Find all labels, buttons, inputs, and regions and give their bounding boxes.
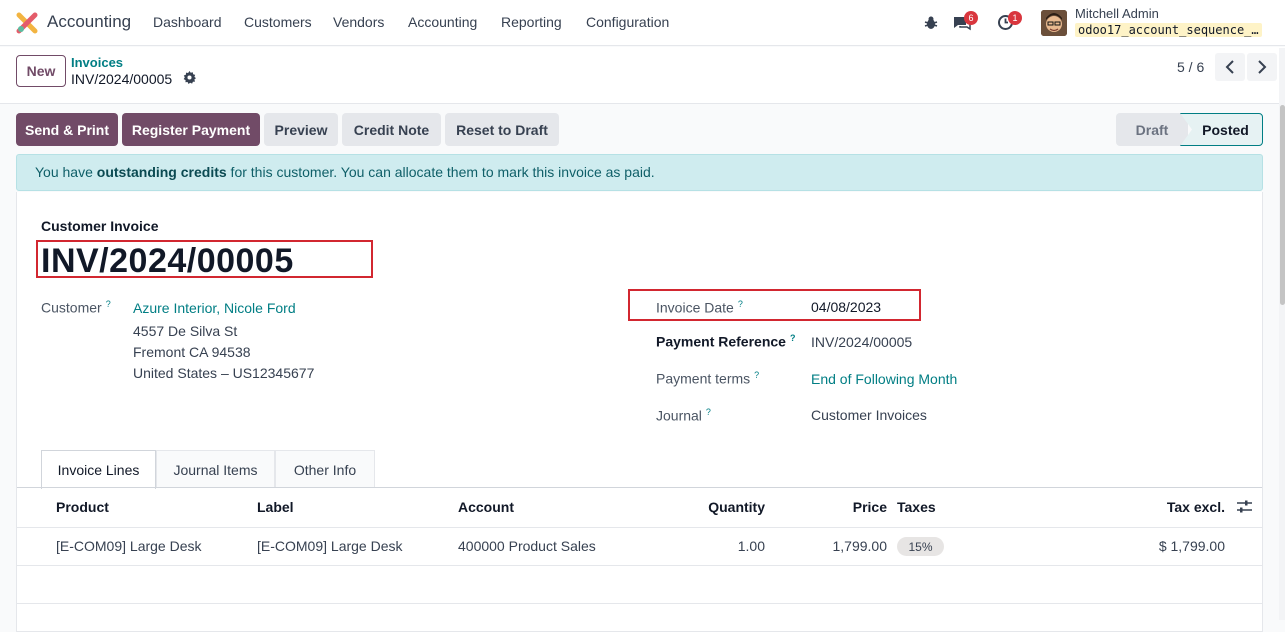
- column-header-product[interactable]: Product: [56, 499, 109, 515]
- tab-invoice-lines[interactable]: Invoice Lines: [41, 450, 156, 489]
- bug-icon[interactable]: [923, 15, 939, 31]
- row-divider: [17, 565, 1262, 566]
- register-payment-button[interactable]: Register Payment: [122, 113, 260, 146]
- invoice-number-highlight: [36, 240, 373, 278]
- row-account[interactable]: 400000 Product Sales: [458, 538, 596, 554]
- row-quantity[interactable]: 1.00: [738, 538, 765, 554]
- column-header-label[interactable]: Label: [257, 499, 294, 515]
- alert-text-suffix: for this customer. You can allocate them…: [226, 164, 655, 180]
- journal-label: Journal?: [656, 407, 711, 424]
- reset-to-draft-button[interactable]: Reset to Draft: [445, 113, 559, 146]
- database-name: odoo17_account_sequence_…: [1075, 23, 1262, 37]
- tab-divider: [17, 487, 1262, 488]
- top-navbar: Accounting Dashboard Customers Vendors A…: [0, 0, 1285, 46]
- chevron-right-icon: [1258, 60, 1267, 74]
- breadcrumb-current: INV/2024/00005: [71, 71, 173, 87]
- chevron-left-icon: [1225, 60, 1234, 74]
- outstanding-credits-alert: You have outstanding credits for this cu…: [16, 154, 1263, 191]
- menu-customers[interactable]: Customers: [244, 14, 312, 30]
- invoice-date-highlight: [628, 289, 921, 321]
- menu-dashboard[interactable]: Dashboard: [153, 14, 222, 30]
- customer-label: Customer?: [41, 299, 111, 316]
- row-product[interactable]: [E-COM09] Large Desk: [56, 538, 202, 554]
- user-name[interactable]: Mitchell Admin: [1075, 6, 1159, 21]
- help-icon[interactable]: ?: [706, 407, 711, 417]
- send-print-button[interactable]: Send & Print: [16, 113, 118, 146]
- alert-text-prefix: You have: [35, 164, 97, 180]
- preview-button[interactable]: Preview: [264, 113, 338, 146]
- header-divider: [17, 527, 1262, 528]
- app-name[interactable]: Accounting: [47, 12, 131, 32]
- tax-badge[interactable]: 15%: [897, 537, 944, 556]
- gear-icon[interactable]: [183, 71, 196, 84]
- column-header-price[interactable]: Price: [853, 499, 887, 515]
- payment-terms-label: Payment terms?: [656, 370, 760, 387]
- menu-vendors[interactable]: Vendors: [333, 14, 384, 30]
- document-type: Customer Invoice: [41, 218, 159, 234]
- chat-badge: 6: [964, 11, 978, 25]
- accounting-app-icon[interactable]: [16, 12, 38, 34]
- tab-journal-items[interactable]: Journal Items: [156, 450, 275, 488]
- breadcrumb-invoices[interactable]: Invoices: [71, 55, 123, 70]
- menu-configuration[interactable]: Configuration: [586, 14, 669, 30]
- column-header-quantity[interactable]: Quantity: [708, 499, 765, 515]
- menu-reporting[interactable]: Reporting: [501, 14, 562, 30]
- tab-other-info[interactable]: Other Info: [275, 450, 375, 488]
- optional-columns-icon[interactable]: [1237, 500, 1252, 514]
- pager-next-button[interactable]: [1247, 53, 1277, 81]
- payment-reference-field[interactable]: INV/2024/00005: [811, 334, 912, 350]
- address-line-1: 4557 De Silva St: [133, 323, 238, 339]
- new-button[interactable]: New: [16, 55, 66, 87]
- status-draft[interactable]: Draft: [1116, 113, 1188, 146]
- alert-text-bold: outstanding credits: [96, 164, 227, 180]
- journal-field[interactable]: Customer Invoices: [811, 407, 927, 423]
- column-header-tax-excl[interactable]: Tax excl.: [1167, 499, 1225, 515]
- payment-terms-field[interactable]: End of Following Month: [811, 371, 957, 387]
- row-subtotal: $ 1,799.00: [1158, 538, 1225, 554]
- activity-badge: 1: [1008, 11, 1022, 25]
- status-posted[interactable]: Posted: [1180, 113, 1263, 146]
- row-label[interactable]: [E-COM09] Large Desk: [257, 538, 403, 554]
- column-header-account[interactable]: Account: [458, 499, 514, 515]
- avatar[interactable]: [1041, 10, 1067, 36]
- row-divider: [17, 603, 1262, 604]
- help-icon[interactable]: ?: [754, 370, 759, 380]
- customer-name[interactable]: Azure Interior, Nicole Ford: [133, 300, 296, 316]
- scrollbar-thumb[interactable]: [1280, 105, 1285, 305]
- pager-previous-button[interactable]: [1215, 53, 1245, 81]
- address-line-3: United States – US12345677: [133, 365, 315, 381]
- row-price[interactable]: 1,799.00: [833, 538, 888, 554]
- menu-accounting[interactable]: Accounting: [408, 14, 477, 30]
- address-line-2: Fremont CA 94538: [133, 344, 251, 360]
- payment-reference-label: Payment Reference?: [656, 333, 796, 350]
- credit-note-button[interactable]: Credit Note: [342, 113, 441, 146]
- column-header-taxes[interactable]: Taxes: [897, 499, 936, 515]
- help-icon[interactable]: ?: [790, 333, 796, 343]
- pager-value[interactable]: 5 / 6: [1177, 59, 1204, 75]
- control-panel: New Invoices INV/2024/00005 5 / 6: [0, 47, 1285, 104]
- help-icon[interactable]: ?: [106, 299, 111, 309]
